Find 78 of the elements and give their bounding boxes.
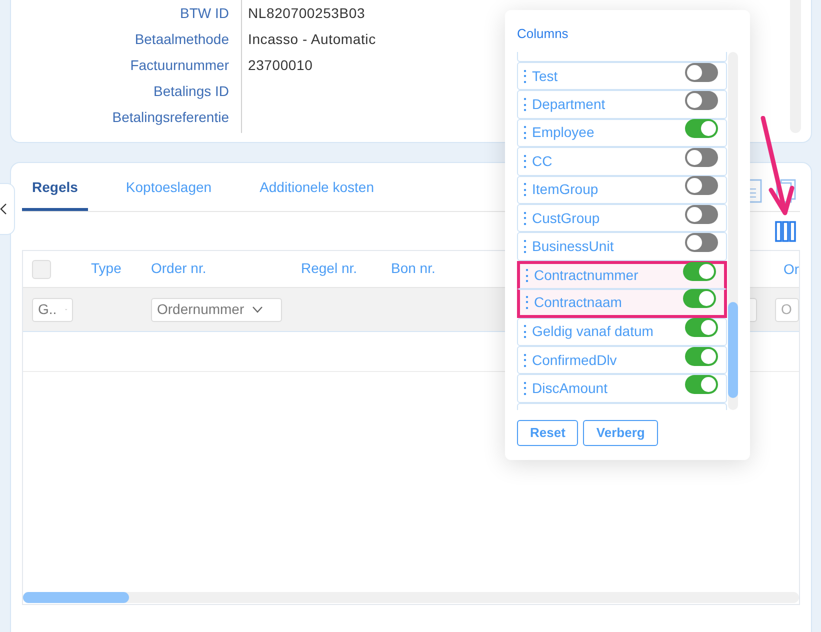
tab[interactable]: Koptoeslagen — [116, 177, 222, 211]
drag-handle-icon[interactable] — [526, 296, 529, 309]
horizontal-scrollbar[interactable] — [23, 592, 799, 603]
column-header[interactable]: Or — [783, 258, 799, 280]
drag-handle-icon[interactable] — [524, 354, 527, 367]
drag-handle-icon[interactable] — [524, 154, 527, 168]
filter-dropdown[interactable]: Ordernummer — [151, 298, 282, 322]
field-label: Betalingsreferentie — [112, 108, 229, 127]
column-header[interactable]: Regel nr. — [301, 260, 358, 276]
popover-title: Columns — [517, 25, 570, 42]
toggle-switch[interactable] — [685, 318, 718, 338]
toggle-switch[interactable] — [685, 91, 718, 110]
field-label: Betalings ID — [154, 82, 229, 101]
toggle-switch[interactable] — [685, 62, 718, 82]
column-row[interactable]: CustGroup — [517, 204, 727, 232]
column-header[interactable]: Bon nr. — [391, 260, 436, 276]
filter-dropdown[interactable]: G.. — [32, 298, 73, 322]
drag-handle-icon[interactable] — [524, 382, 527, 395]
column-row[interactable]: Employee — [517, 118, 727, 148]
field-label: Factuurnummer — [130, 56, 229, 74]
drag-handle-icon[interactable] — [526, 269, 529, 282]
column-name: Employee — [532, 123, 594, 142]
column-name: CustGroup — [532, 208, 600, 228]
toggle-switch[interactable] — [685, 148, 718, 167]
collapse-button[interactable] — [0, 183, 15, 235]
column-row[interactable]: Department — [517, 90, 727, 119]
column-name: ConfirmedDlv — [532, 350, 617, 370]
column-row[interactable]: ItemGroup — [517, 176, 727, 204]
toggle-switch[interactable] — [685, 233, 718, 252]
column-name: BusinessUnit — [532, 237, 614, 256]
column-name: ItemGroup — [532, 180, 598, 200]
column-name: DiscAmount — [532, 378, 608, 398]
popover-button[interactable]: Verberg — [583, 420, 658, 446]
column-row[interactable]: BusinessUnit — [517, 232, 727, 261]
chevron-left-icon — [0, 203, 7, 215]
drag-handle-icon[interactable] — [524, 183, 527, 196]
column-row[interactable]: Contractnaam — [517, 289, 727, 318]
column-row[interactable]: CC — [517, 147, 727, 176]
drag-handle-icon[interactable] — [524, 240, 527, 254]
column-name: Contractnummer — [534, 266, 638, 286]
column-row[interactable]: Test — [517, 62, 727, 90]
column-name: Test — [532, 66, 558, 86]
column-name: CC — [532, 152, 552, 171]
field-value: NL820700253B03 — [248, 4, 366, 22]
drag-handle-icon[interactable] — [524, 212, 527, 225]
column-row[interactable]: DiscAmount — [517, 374, 727, 403]
toggle-switch[interactable] — [685, 204, 718, 224]
drag-handle-icon[interactable] — [524, 126, 527, 140]
drag-handle-icon[interactable] — [524, 98, 527, 112]
columns-icon[interactable] — [775, 220, 796, 242]
select-all-checkbox[interactable] — [32, 260, 51, 278]
chevron-down-icon — [252, 306, 264, 313]
toggle-switch[interactable] — [683, 288, 716, 308]
toggle-switch[interactable] — [685, 119, 718, 138]
column-row[interactable]: Contractnummer — [517, 260, 727, 290]
toggle-switch[interactable] — [685, 346, 718, 366]
toggle-switch[interactable] — [685, 375, 718, 394]
drag-handle-icon[interactable] — [524, 325, 527, 338]
copy-icon[interactable] — [776, 179, 796, 203]
field-label: BTW ID — [180, 4, 229, 22]
list-scrollbar[interactable] — [728, 52, 738, 410]
column-header[interactable]: Type — [91, 260, 122, 276]
column-name: Department — [532, 95, 606, 114]
popover-button[interactable]: Reset — [517, 420, 578, 446]
column-name: Contractnaam — [534, 292, 622, 312]
column-name: Geldig vanaf datum — [532, 322, 654, 342]
tab[interactable]: Regels — [22, 177, 88, 211]
column-row[interactable]: Geldig vanaf datum — [517, 318, 727, 346]
column-header[interactable]: Order nr. — [151, 260, 206, 276]
toggle-switch[interactable] — [685, 176, 718, 196]
tab[interactable]: Additionele kosten — [250, 177, 384, 211]
drag-handle-icon[interactable] — [524, 70, 527, 83]
column-row[interactable]: ConfirmedDlv — [517, 346, 727, 374]
filter-input[interactable]: O — [775, 298, 799, 322]
field-label: Betaalmethode — [134, 30, 229, 48]
field-value: Incasso - Automatic — [248, 30, 376, 48]
field-value: 23700010 — [248, 56, 313, 74]
toggle-switch[interactable] — [683, 262, 716, 282]
